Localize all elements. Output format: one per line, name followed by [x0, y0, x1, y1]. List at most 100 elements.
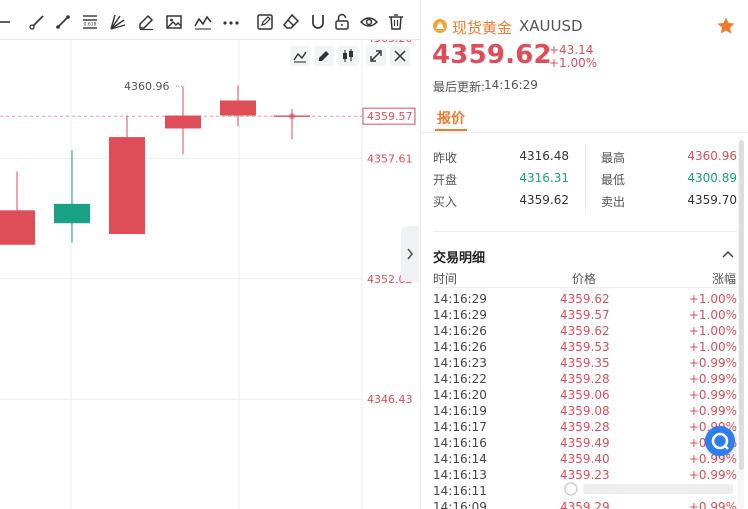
table-row: 14:16:29 4359.62 +1.00% [433, 291, 737, 307]
quote-panel: 现货黄金 XAUUSD 4359.62 +43.14 +1.00% 最后更新: … [420, 0, 748, 509]
quote-label: 买入 [433, 195, 458, 209]
trade-time: 14:16:16 [433, 436, 487, 450]
quote-value: 4316.48 [519, 149, 569, 163]
trade-price: 4359.28 [560, 420, 610, 434]
trade-time: 14:16:20 [433, 388, 487, 402]
candle-type-icon[interactable] [338, 46, 358, 66]
trade-change: +0.99% [688, 404, 737, 418]
trend-line-icon[interactable] [54, 13, 72, 31]
brush-icon[interactable] [137, 13, 155, 31]
trade-change: +1.00% [688, 308, 737, 322]
trade-price: 4359.53 [560, 340, 610, 354]
trash-icon[interactable] [387, 13, 405, 31]
trade-time: 14:16:13 [433, 468, 487, 482]
trade-time: 14:16:14 [433, 452, 487, 466]
high-annotation: 4360.96 [124, 80, 170, 93]
last-updated-time: 14:16:29 [484, 78, 538, 92]
trade-time: 14:16:26 [433, 340, 487, 354]
magnet-icon[interactable] [309, 13, 327, 31]
quote-high: 最高 4360.96 [601, 149, 737, 165]
col-header-time: 时间 [433, 272, 458, 286]
price-change: +43.14 [549, 43, 594, 57]
trade-price: 4359.40 [560, 452, 610, 466]
chat-bubble-button[interactable] [705, 426, 735, 456]
quote-divider [585, 144, 586, 212]
trade-time: 14:16:26 [433, 324, 487, 338]
trade-change: +1.00% [688, 324, 737, 338]
table-row: 14:16:09 4359.29 +0.99% [433, 499, 737, 509]
table-row: 14:16:26 4359.53 +1.00% [433, 339, 737, 355]
chevron-right-icon [407, 248, 414, 260]
annotations: 4359.57 4360.96 [0, 80, 416, 140]
pattern-icon[interactable] [194, 13, 212, 31]
tab-quote[interactable]: 报价 [437, 108, 465, 128]
draw-icon[interactable] [314, 46, 334, 66]
trade-time: 14:16:29 [433, 292, 487, 306]
col-header-change: 涨幅 [711, 272, 736, 286]
last-updated-label: 最后更新: [433, 80, 486, 94]
svg-text:0.618: 0.618 [84, 22, 97, 28]
table-row: 14:16:14 4359.40 +0.99% [433, 451, 737, 467]
table-row: 14:16:26 4359.62 +1.00% [433, 323, 737, 339]
quote-label: 最高 [601, 151, 626, 165]
trade-time: 14:16:19 [433, 404, 487, 418]
quote-value: 4300.89 [687, 171, 737, 185]
fullscreen-icon[interactable] [366, 46, 386, 66]
gann-fan-icon[interactable] [109, 13, 127, 31]
candle-body [0, 210, 35, 245]
table-row: 14:16:29 4359.57 +1.00% [433, 307, 737, 323]
quote-label: 最低 [601, 173, 626, 187]
quote-value: 4316.31 [519, 171, 569, 185]
last-price: 4359.62 [432, 40, 552, 70]
trade-price: 4359.08 [560, 404, 610, 418]
quote-prev-close: 昨收 4316.48 [433, 149, 569, 165]
note-icon[interactable] [256, 13, 274, 31]
trade-time: 14:16:29 [433, 308, 487, 322]
quote-bid: 买入 4359.62 [433, 193, 569, 209]
y-tick-label: 4363.20 [367, 40, 413, 45]
drawing-toolbar: 0.618 [0, 0, 420, 40]
lock-icon[interactable] [333, 13, 351, 31]
close-icon[interactable] [390, 46, 410, 66]
trade-change: +1.00% [688, 292, 737, 306]
indicator-icon[interactable] [290, 46, 310, 66]
favorite-star-icon[interactable] [716, 16, 736, 36]
scrollbar-thumb[interactable] [739, 140, 744, 470]
quote-open: 开盘 4316.31 [433, 171, 569, 187]
tab-divider [421, 132, 748, 133]
gold-bar-icon [433, 19, 447, 33]
candle-body [109, 137, 145, 234]
candle-body [54, 203, 90, 224]
horizontal-line-icon[interactable] [0, 13, 14, 31]
ray-line-icon[interactable] [28, 13, 46, 31]
watermark-overlay [563, 481, 735, 497]
trade-price: 4359.62 [560, 324, 610, 338]
trade-time: 14:16:11 [433, 484, 487, 498]
trade-time: 14:16:17 [433, 420, 487, 434]
quote-label: 昨收 [433, 151, 458, 165]
eraser-icon[interactable] [282, 13, 300, 31]
candlestick-chart[interactable]: 4363.204357.614352.024346.43 4359.574360… [0, 40, 420, 509]
symbol-code: XAUUSD [519, 17, 583, 35]
trade-change: +0.99% [688, 388, 737, 402]
y-tick-label: 4346.43 [367, 393, 413, 406]
current-price-dot [289, 113, 295, 120]
fibonacci-icon[interactable]: 0.618 [81, 13, 99, 31]
trade-price: 4359.29 [560, 500, 610, 509]
panel-collapse-toggle[interactable] [401, 226, 419, 282]
image-icon[interactable] [165, 13, 183, 31]
y-tick-label: 4357.61 [367, 152, 413, 165]
quote-value: 4360.96 [687, 149, 737, 163]
trade-price: 4359.49 [560, 436, 610, 450]
chevron-up-icon[interactable] [721, 248, 735, 262]
chat-bubble-icon [711, 432, 729, 450]
more-icon[interactable] [222, 13, 240, 31]
chart-pane[interactable]: 0.618 4357.61 4352.02 4346.43 4359.57 43… [0, 0, 420, 509]
trades-list[interactable]: 14:16:29 4359.62 +1.00% 14:16:29 4359.57 +1.… [433, 291, 737, 509]
table-row: 14:16:23 4359.35 +0.99% [433, 355, 737, 371]
trade-change: +0.99% [688, 356, 737, 370]
current-price-label: 4359.57 [367, 110, 413, 123]
eye-icon[interactable] [360, 13, 378, 31]
trade-time: 14:16:23 [433, 356, 487, 370]
symbol-name: 现货黄金 [452, 19, 513, 37]
